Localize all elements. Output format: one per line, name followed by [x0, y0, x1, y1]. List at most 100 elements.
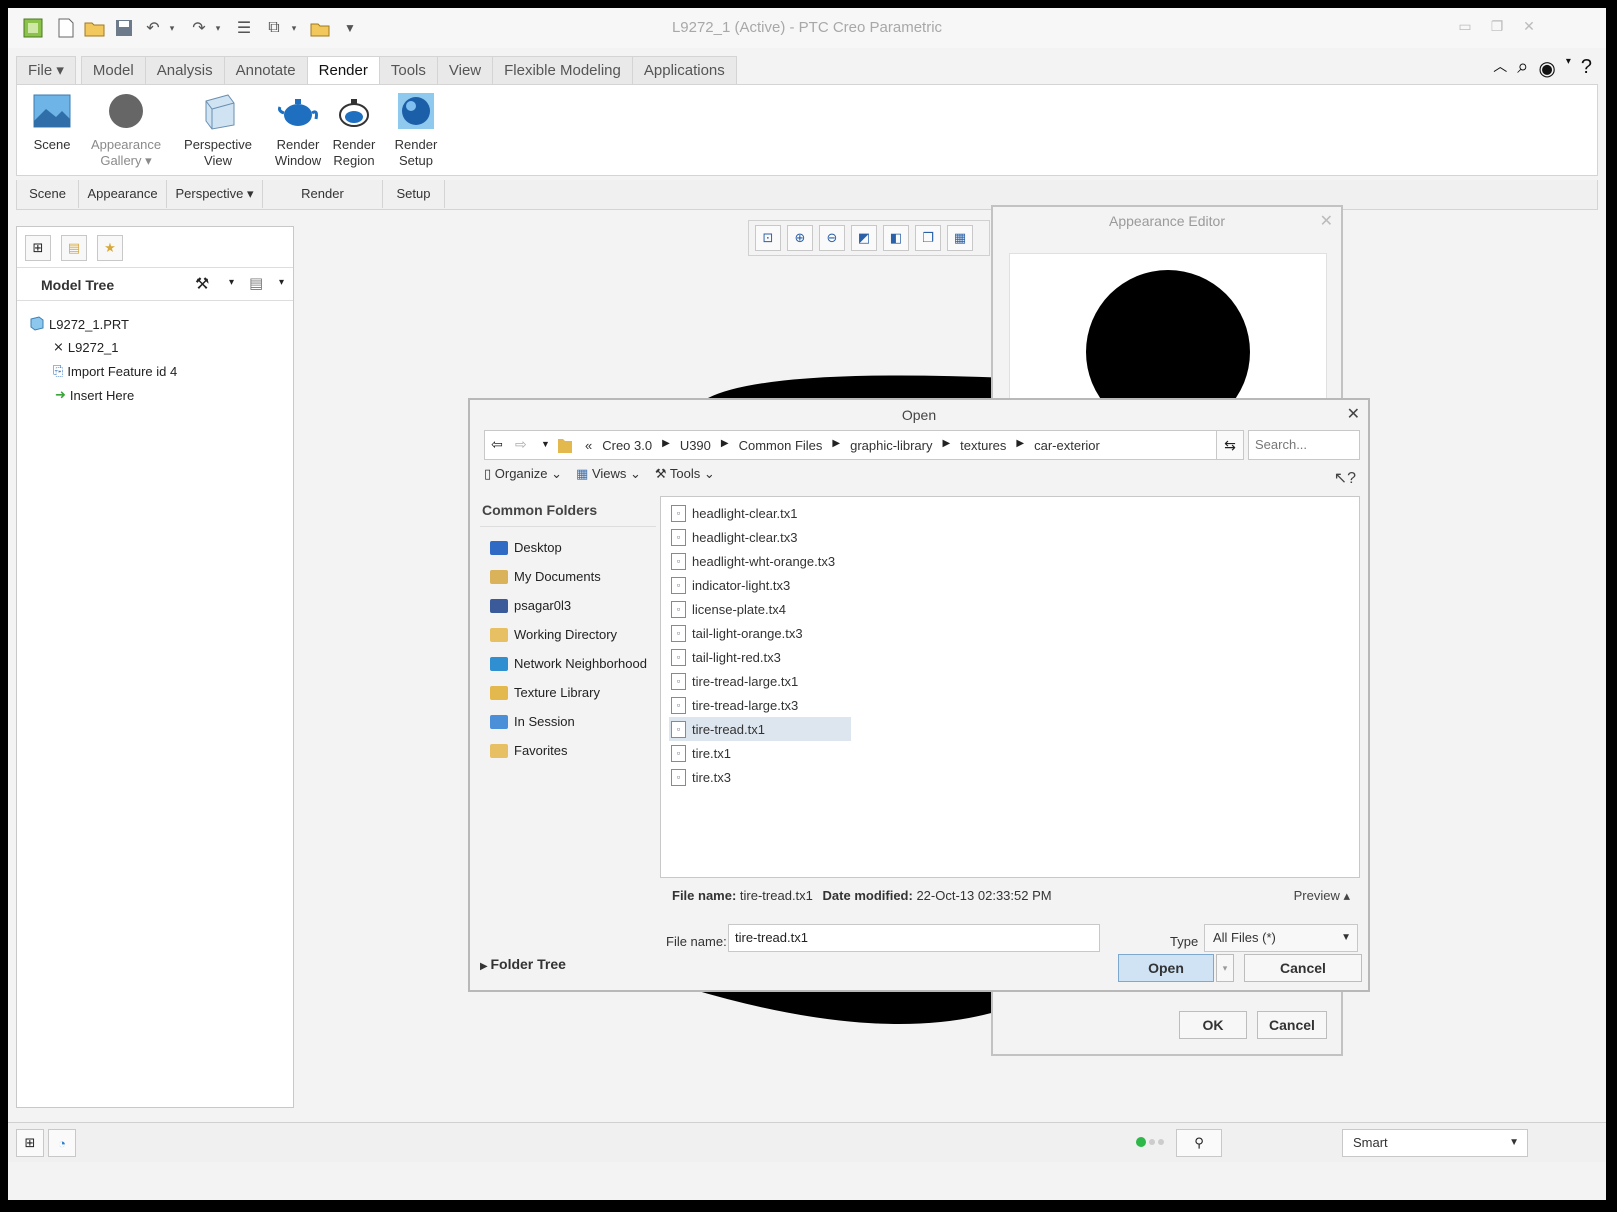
chevron-right-icon[interactable]: ▶ — [832, 438, 840, 453]
file-name: headlight-wht-orange.tx3 — [692, 553, 836, 569]
open-button[interactable]: Open — [1118, 954, 1214, 982]
folder-tree-toggle[interactable]: ▶ Folder Tree — [480, 956, 566, 972]
texture-file-icon: ▫ — [671, 528, 686, 546]
folder-my-documents[interactable]: My Documents — [480, 562, 656, 591]
views-label: Views ⌄ — [591, 466, 641, 481]
views-icon: ▦ — [576, 466, 592, 481]
file-item[interactable]: ▫ tire-tread-large.tx1 — [669, 669, 851, 693]
dialog-toolbar: ▯ Organize ⌄ ▦ Views ⌄ ⚒ Tools ⌄ — [484, 466, 715, 482]
file-name: tire.tx3 — [692, 769, 732, 785]
folder-desktop[interactable]: Desktop — [480, 533, 656, 562]
file-item[interactable]: ▫ headlight-wht-orange.tx3 — [669, 549, 851, 573]
working-directory-icon — [490, 627, 508, 642]
file-item[interactable]: ▫ tire.tx3 — [669, 765, 851, 789]
toggle-navigator-icon[interactable]: ⊞ — [16, 1129, 44, 1157]
file-item[interactable]: ▫ license-plate.tx4 — [669, 597, 851, 621]
computer-icon — [490, 598, 508, 613]
saved-orientations-icon[interactable]: ❐ — [915, 225, 941, 251]
file-item[interactable]: ▫ headlight-clear.tx1 — [669, 501, 851, 525]
folder-icon — [557, 436, 573, 457]
close-icon[interactable]: ✕ — [1347, 404, 1360, 424]
zoom-in-icon[interactable]: ⊕ — [787, 225, 813, 251]
chevron-down-icon: ▼ — [1341, 932, 1351, 943]
display-style-icon[interactable]: ◧ — [883, 225, 909, 251]
views-button[interactable]: ▦ Views ⌄ — [576, 466, 641, 482]
ok-button[interactable]: OK — [1179, 1011, 1247, 1039]
type-select[interactable]: All Files (*) ▼ — [1204, 924, 1358, 952]
info-date-label: Date modified: — [822, 888, 913, 903]
folder-computer[interactable]: psagar0l3 — [480, 591, 656, 620]
selection-filter-select[interactable]: Smart ▼ — [1342, 1129, 1528, 1157]
preview-toggle[interactable]: Preview ▴ — [1294, 882, 1350, 910]
breadcrumb-item[interactable]: U390 — [680, 438, 711, 453]
context-help-icon[interactable]: ↖? — [1334, 468, 1356, 488]
breadcrumb-item[interactable]: textures — [960, 438, 1006, 453]
browser-icon[interactable]: ◔ — [48, 1129, 76, 1157]
address-bar[interactable]: ⇦ ⇨ ▼ « Creo 3.0 ▶ U390 ▶ Common Files ▶ gr… — [484, 430, 1242, 460]
forward-icon[interactable]: ⇨ — [515, 436, 527, 453]
folder-in-session[interactable]: In Session — [480, 707, 656, 736]
repaint-icon[interactable]: ◩ — [851, 225, 877, 251]
organize-icon: ▯ — [484, 466, 495, 481]
file-info-bar: File name: tire-tread.tx1 Date modified:… — [660, 882, 1360, 910]
refit-icon[interactable]: ⊡ — [755, 225, 781, 251]
back-icon[interactable]: ⇦ — [491, 436, 503, 453]
file-name: headlight-clear.tx1 — [692, 505, 798, 521]
breadcrumb-overflow[interactable]: « — [585, 438, 592, 453]
chevron-right-icon[interactable]: ▶ — [942, 438, 950, 453]
folder-label: Texture Library — [514, 685, 600, 700]
file-item[interactable]: ▫ indicator-light.tx3 — [669, 573, 851, 597]
breadcrumb-item[interactable]: Common Files — [739, 438, 823, 453]
folder-network[interactable]: Network Neighborhood — [480, 649, 656, 678]
organize-button[interactable]: ▯ Organize ⌄ — [484, 466, 562, 482]
desktop-icon — [490, 540, 508, 555]
chevron-right-icon[interactable]: ▶ — [662, 438, 670, 453]
cancel-button[interactable]: Cancel — [1244, 954, 1362, 982]
file-item[interactable]: ▫ tire-tread-large.tx3 — [669, 693, 851, 717]
status-dot — [1149, 1139, 1155, 1145]
search-input[interactable]: Search... — [1248, 430, 1360, 460]
folder-tree-label: Folder Tree — [490, 956, 566, 972]
file-name: tire-tread-large.tx1 — [692, 673, 799, 689]
breadcrumb-item[interactable]: car-exterior — [1034, 438, 1100, 453]
info-file-name-label: File name: — [672, 888, 737, 903]
breadcrumb: « Creo 3.0 ▶ U390 ▶ Common Files ▶ graphic-… — [585, 438, 1100, 453]
file-item[interactable]: ▫ headlight-clear.tx3 — [669, 525, 851, 549]
file-item[interactable]: ▫ tail-light-orange.tx3 — [669, 621, 851, 645]
folder-label: Desktop — [514, 540, 562, 555]
folder-label: Favorites — [514, 743, 568, 758]
graphics-toolbar: ⊡ ⊕ ⊖ ◩ ◧ ❐ ▦ — [748, 220, 990, 256]
folder-favorites[interactable]: Favorites — [480, 736, 656, 765]
folder-label: My Documents — [514, 569, 601, 584]
texture-library-icon — [490, 685, 508, 700]
file-name: tail-light-orange.tx3 — [692, 625, 803, 641]
refresh-icon[interactable]: ⇆ — [1216, 430, 1244, 460]
network-icon — [490, 656, 508, 671]
open-options-dropdown-icon[interactable]: ▾ — [1216, 954, 1234, 982]
file-name: headlight-clear.tx3 — [692, 529, 798, 545]
selection-filter-value: Smart — [1353, 1135, 1388, 1150]
expand-icon: ▶ — [480, 961, 491, 972]
tools-button[interactable]: ⚒ Tools ⌄ — [655, 466, 715, 482]
breadcrumb-item[interactable]: graphic-library — [850, 438, 932, 453]
chevron-right-icon[interactable]: ▶ — [721, 438, 729, 453]
close-icon[interactable]: ✕ — [1320, 211, 1333, 231]
regeneration-status-icon[interactable] — [1136, 1137, 1164, 1147]
chevron-right-icon[interactable]: ▶ — [1016, 438, 1024, 453]
find-icon[interactable]: ⚲ — [1176, 1129, 1222, 1157]
cancel-button[interactable]: Cancel — [1257, 1011, 1327, 1039]
zoom-out-icon[interactable]: ⊖ — [819, 225, 845, 251]
breadcrumb-item[interactable]: Creo 3.0 — [602, 438, 652, 453]
file-item-selected[interactable]: ▫ tire-tread.tx1 — [669, 717, 851, 741]
folder-working-directory[interactable]: Working Directory — [480, 620, 656, 649]
folder-texture-library[interactable]: Texture Library — [480, 678, 656, 707]
file-name-input[interactable]: tire-tread.tx1 — [728, 924, 1100, 952]
file-name: tail-light-red.tx3 — [692, 649, 781, 665]
file-name-label: File name: — [666, 934, 727, 949]
tools-label: Tools ⌄ — [669, 466, 715, 481]
file-item[interactable]: ▫ tail-light-red.tx3 — [669, 645, 851, 669]
view-manager-icon[interactable]: ▦ — [947, 225, 973, 251]
file-item[interactable]: ▫ tire.tx1 — [669, 741, 851, 765]
history-dropdown-icon[interactable]: ▼ — [541, 439, 550, 449]
status-bar: ⊞ ◔ ⚲ Smart ▼ — [8, 1122, 1606, 1162]
